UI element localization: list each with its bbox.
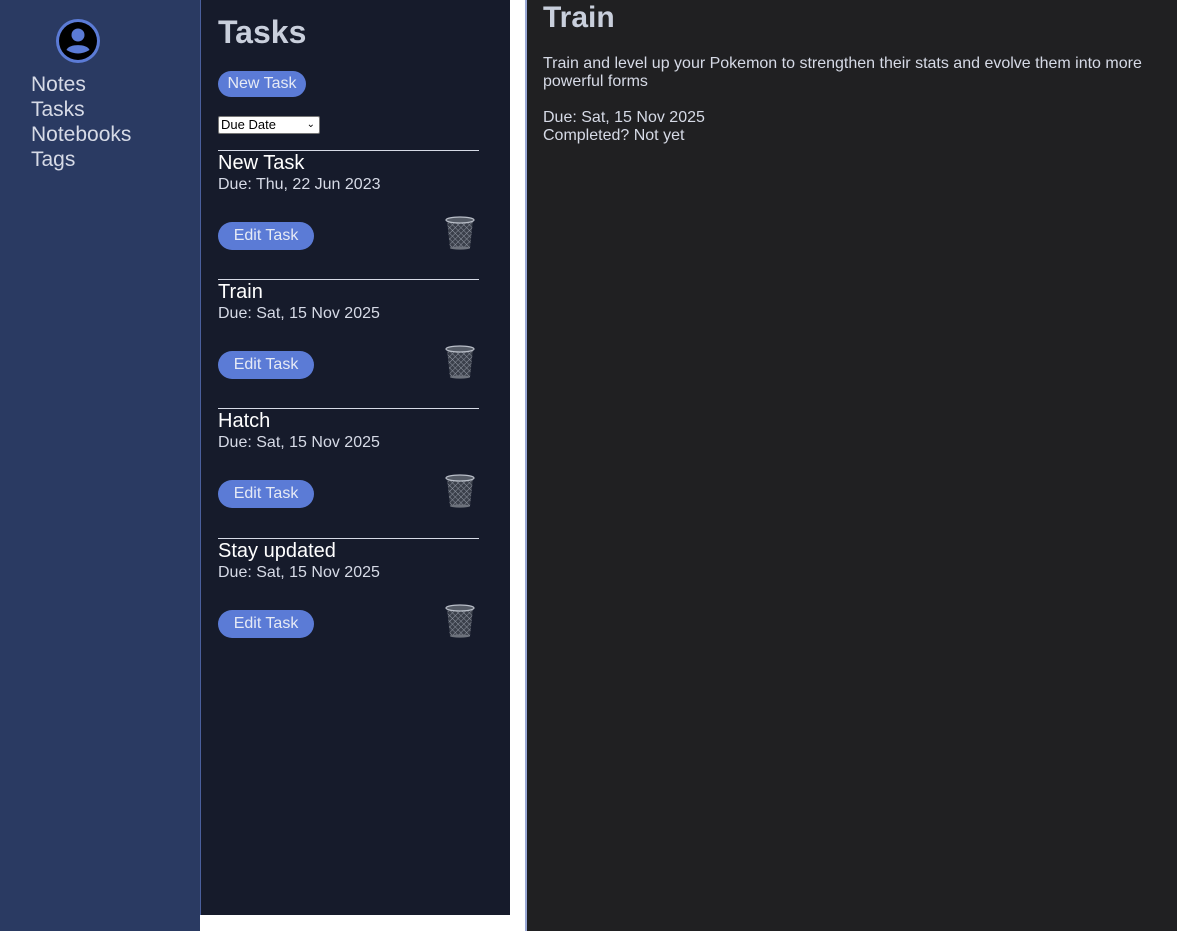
tasks-title: Tasks (218, 14, 307, 50)
task-due-date: Due: Sat, 15 Nov 2025 (218, 305, 380, 322)
edit-task-button[interactable]: Edit Task (218, 610, 314, 638)
task-detail-panel: Train Train and level up your Pokemon to… (525, 0, 1177, 931)
nav-item-notes[interactable]: Notes (31, 72, 131, 97)
trash-icon[interactable] (444, 604, 476, 638)
chevron-down-icon: ⌄ (306, 119, 315, 130)
detail-completed-status: Completed? Not yet (543, 127, 685, 144)
task-due-date: Due: Sat, 15 Nov 2025 (218, 434, 380, 451)
trash-icon[interactable] (444, 216, 476, 250)
sidebar: Notes Tasks Notebooks Tags (0, 0, 200, 931)
task-due-date: Due: Thu, 22 Jun 2023 (218, 176, 381, 193)
task-name: Train (218, 281, 263, 303)
task-name: New Task (218, 152, 305, 174)
new-task-button[interactable]: New Task (218, 71, 306, 97)
task-name: Stay updated (218, 540, 336, 562)
sort-select[interactable]: Due Date ⌄ (218, 116, 320, 134)
edit-task-button[interactable]: Edit Task (218, 480, 314, 508)
detail-title: Train (543, 1, 615, 34)
edit-task-button[interactable]: Edit Task (218, 222, 314, 250)
task-due-date: Due: Sat, 15 Nov 2025 (218, 564, 380, 581)
sidebar-nav: Notes Tasks Notebooks Tags (31, 72, 131, 172)
nav-item-tasks[interactable]: Tasks (31, 97, 131, 122)
sort-select-value: Due Date (221, 117, 276, 132)
trash-icon[interactable] (444, 345, 476, 379)
task-item[interactable]: Train Due: Sat, 15 Nov 2025 Edit Task (218, 279, 479, 409)
edit-task-button[interactable]: Edit Task (218, 351, 314, 379)
panel-bottom-gap (200, 915, 525, 931)
task-name: Hatch (218, 410, 271, 432)
tasks-panel: Tasks New Task Due Date ⌄ New Task Due: … (200, 0, 511, 915)
detail-due-date: Due: Sat, 15 Nov 2025 (543, 109, 705, 126)
trash-icon[interactable] (444, 474, 476, 508)
task-item[interactable]: Stay updated Due: Sat, 15 Nov 2025 Edit … (218, 538, 479, 668)
task-item[interactable]: New Task Due: Thu, 22 Jun 2023 Edit Task (218, 150, 479, 280)
detail-description: Train and level up your Pokemon to stren… (543, 55, 1142, 90)
nav-item-notebooks[interactable]: Notebooks (31, 122, 131, 147)
user-circle-icon[interactable] (56, 19, 100, 63)
task-item[interactable]: Hatch Due: Sat, 15 Nov 2025 Edit Task (218, 408, 479, 538)
panel-gap (510, 0, 525, 931)
nav-item-tags[interactable]: Tags (31, 147, 131, 172)
